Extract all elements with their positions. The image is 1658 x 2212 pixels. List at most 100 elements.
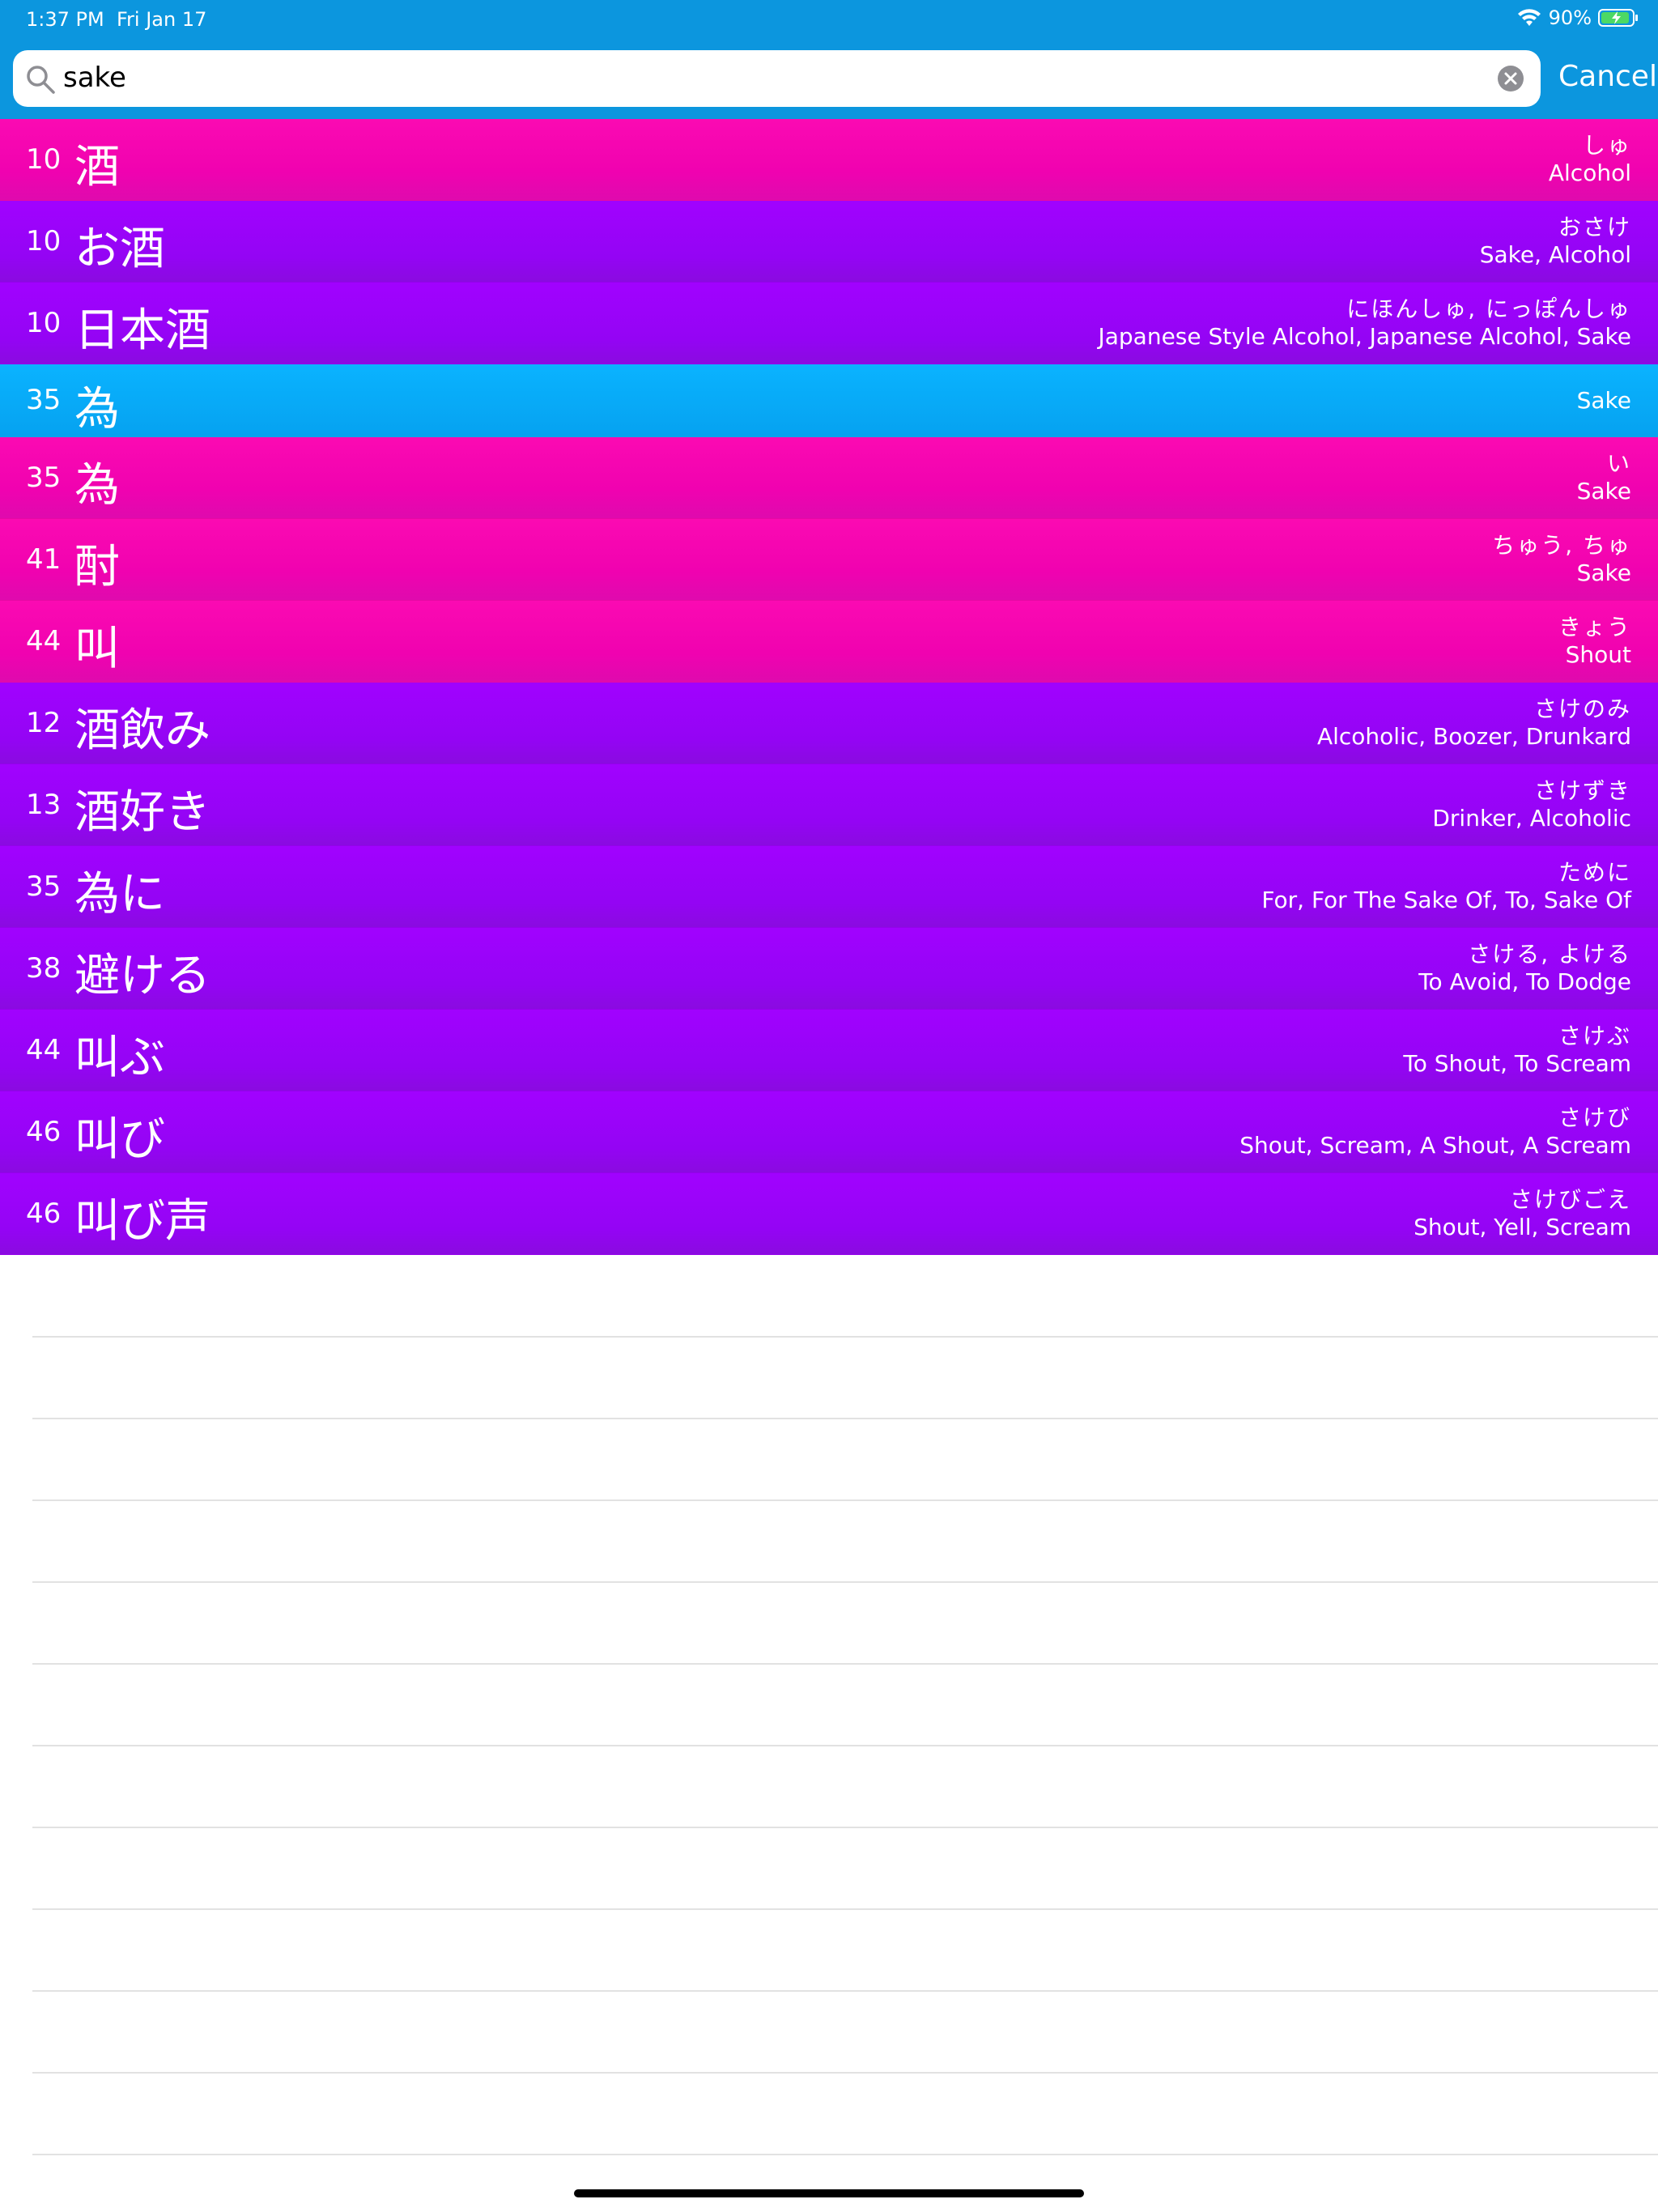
result-row[interactable]: 13 酒好き さけずき Drinker, Alcoholic — [0, 764, 1658, 846]
result-row[interactable]: 35 為に ために For, For The Sake Of, To, Sake Of — [0, 846, 1658, 928]
result-reading: ちゅう, ちゅ — [1492, 532, 1631, 559]
result-info: きょう Shout — [1558, 614, 1631, 669]
result-word: 為に — [74, 868, 165, 921]
empty-row-separator — [32, 1827, 1658, 1828]
result-info: さけびごえ Shout, Yell, Scream — [1414, 1186, 1631, 1241]
result-info: おさけ Sake, Alcohol — [1480, 214, 1631, 269]
result-row[interactable]: 10 お酒 おさけ Sake, Alcohol — [0, 201, 1658, 283]
result-row[interactable]: 12 酒飲み さけのみ Alcoholic, Boozer, Drunkard — [0, 683, 1658, 764]
result-word: 為 — [74, 459, 120, 512]
result-row[interactable]: 35 為 い Sake — [0, 437, 1658, 519]
empty-row-separator — [32, 1990, 1658, 1992]
battery-percent: 90% — [1548, 6, 1592, 29]
result-level: 44 — [26, 1034, 62, 1066]
empty-row-separator — [32, 2072, 1658, 2074]
result-level: 44 — [26, 625, 62, 657]
result-word: 叫ぶ — [74, 1032, 165, 1084]
result-level: 35 — [26, 384, 62, 416]
clear-search-icon[interactable] — [1497, 65, 1524, 92]
search-input[interactable]: sake — [63, 62, 126, 94]
result-reading: さけのみ — [1533, 696, 1631, 722]
result-info: ちゅう, ちゅ Sake — [1492, 532, 1631, 587]
result-row[interactable]: 10 日本酒 にほんしゅ, にっぽんしゅ Japanese Style Alcohol… — [0, 283, 1658, 364]
result-meaning: Drinker, Alcoholic — [1432, 805, 1631, 832]
status-bar: 1:37 PM Fri Jan 17 90% — [0, 0, 1658, 40]
result-level: 35 — [26, 462, 62, 494]
result-meaning: To Avoid, To Dodge — [1418, 968, 1631, 995]
result-row[interactable]: 44 叫 きょう Shout — [0, 601, 1658, 683]
search-field[interactable]: sake — [13, 50, 1541, 107]
empty-row-separator — [32, 1336, 1658, 1338]
result-reading: にほんしゅ, にっぽんしゅ — [1346, 296, 1631, 322]
status-date: Fri Jan 17 — [117, 8, 207, 31]
result-meaning: Alcoholic, Boozer, Drunkard — [1316, 723, 1631, 750]
home-indicator — [574, 2189, 1084, 2197]
result-reading: きょう — [1558, 614, 1631, 640]
empty-row-separator — [32, 1745, 1658, 1746]
result-row[interactable]: 10 酒 しゅ Alcohol — [0, 119, 1658, 201]
result-row[interactable]: 46 叫び声 さけびごえ Shout, Yell, Scream — [0, 1173, 1658, 1255]
result-meaning: To Shout, To Scream — [1403, 1050, 1631, 1077]
result-reading: ために — [1558, 859, 1631, 886]
result-word: お酒 — [74, 223, 165, 275]
result-info: ために For, For The Sake Of, To, Sake Of — [1261, 859, 1631, 914]
result-info: Sake — [1577, 387, 1631, 415]
result-row[interactable]: 46 叫び さけび Shout, Scream, A Shout, A Scream — [0, 1091, 1658, 1173]
empty-row-separator — [32, 1663, 1658, 1665]
result-word: 酒飲み — [74, 704, 210, 757]
result-reading: さける, よける — [1468, 941, 1631, 968]
result-level: 12 — [26, 707, 62, 739]
result-level: 10 — [26, 307, 62, 339]
result-word: 叫び — [74, 1113, 165, 1166]
result-level: 13 — [26, 789, 62, 821]
status-time: 1:37 PM — [26, 8, 104, 31]
result-reading: しゅ — [1582, 132, 1631, 159]
result-level: 46 — [26, 1116, 62, 1148]
empty-row-separator — [32, 1499, 1658, 1501]
result-reading: さけびごえ — [1509, 1186, 1631, 1213]
result-info: にほんしゅ, にっぽんしゅ Japanese Style Alcohol, Jap… — [1098, 296, 1631, 351]
result-level: 46 — [26, 1197, 62, 1230]
result-meaning: Shout, Scream, A Shout, A Scream — [1239, 1132, 1631, 1159]
result-reading: さけぶ — [1558, 1023, 1631, 1049]
result-word: 避ける — [74, 950, 210, 1002]
result-row[interactable]: 38 避ける さける, よける To Avoid, To Dodge — [0, 928, 1658, 1010]
result-info: さけのみ Alcoholic, Boozer, Drunkard — [1317, 696, 1631, 751]
result-word: 叫 — [74, 623, 120, 675]
result-level: 41 — [26, 543, 62, 576]
result-meaning: Shout — [1565, 641, 1631, 668]
cancel-button[interactable]: Cancel — [1558, 60, 1657, 93]
empty-row-separator — [32, 2154, 1658, 2155]
result-word: 為 — [74, 383, 120, 436]
result-row[interactable]: 41 酎 ちゅう, ちゅ Sake — [0, 519, 1658, 601]
result-row[interactable]: 35 為 Sake — [0, 364, 1658, 437]
result-meaning: Shout, Yell, Scream — [1414, 1214, 1631, 1240]
result-meaning: Japanese Style Alcohol, Japanese Alcohol… — [1098, 323, 1631, 350]
result-meaning: Sake — [1576, 478, 1631, 504]
search-icon — [27, 66, 55, 94]
result-word: 酒好き — [74, 786, 210, 839]
result-info: さけずき Drinker, Alcoholic — [1432, 777, 1631, 832]
result-word: 日本酒 — [74, 304, 210, 357]
empty-row-separator — [32, 1418, 1658, 1419]
result-word: 酒 — [74, 141, 120, 194]
result-info: さけび Shout, Scream, A Shout, A Scream — [1239, 1104, 1631, 1159]
result-meaning: Sake — [1576, 387, 1631, 414]
result-level: 35 — [26, 870, 62, 903]
result-level: 10 — [26, 143, 62, 176]
wifi-icon — [1517, 9, 1541, 26]
result-reading: さけずき — [1533, 777, 1631, 804]
search-header: 1:37 PM Fri Jan 17 90% sake Cancel — [0, 0, 1658, 119]
result-info: さける, よける To Avoid, To Dodge — [1418, 941, 1631, 996]
result-meaning: For, For The Sake Of, To, Sake Of — [1261, 887, 1631, 913]
result-word: 酎 — [74, 541, 120, 593]
result-meaning: Sake, Alcohol — [1479, 241, 1631, 268]
result-meaning: Alcohol — [1548, 160, 1631, 186]
result-info: い Sake — [1577, 450, 1631, 505]
result-word: 叫び声 — [74, 1195, 210, 1248]
result-row[interactable]: 44 叫ぶ さけぶ To Shout, To Scream — [0, 1010, 1658, 1091]
result-meaning: Sake — [1576, 559, 1631, 586]
result-info: さけぶ To Shout, To Scream — [1403, 1023, 1631, 1078]
result-reading: い — [1606, 450, 1631, 477]
empty-row-separator — [32, 1581, 1658, 1583]
